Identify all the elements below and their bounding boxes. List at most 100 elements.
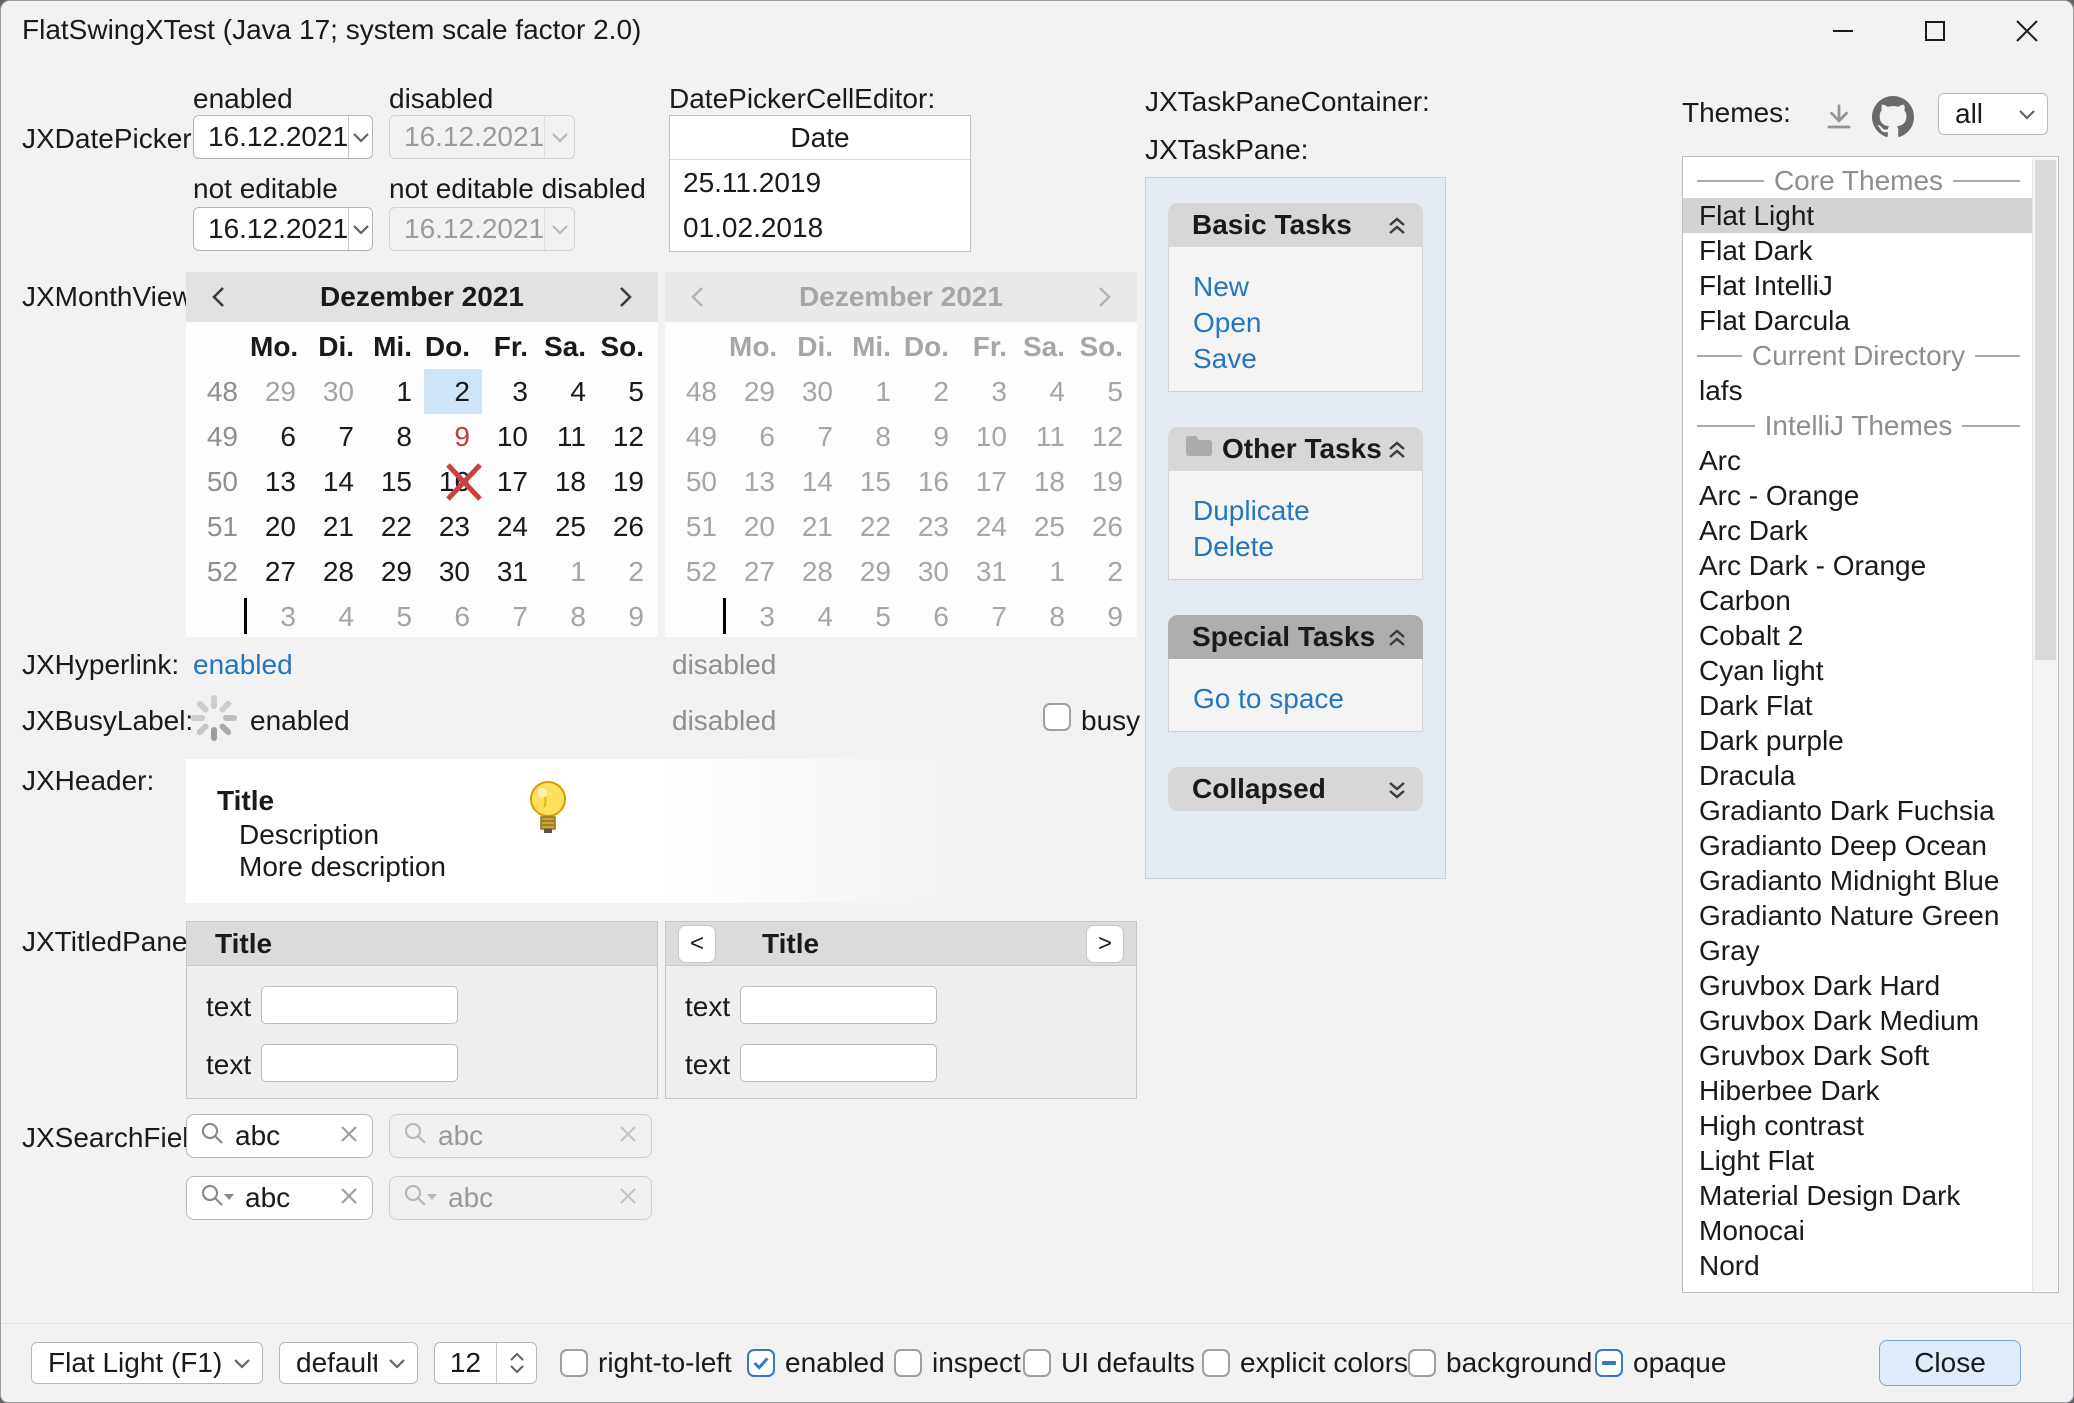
table-row[interactable]: 25.11.2019 xyxy=(670,160,970,205)
day-cell[interactable]: 13 xyxy=(250,459,308,504)
datepicker-enabled[interactable]: 16.12.2021 xyxy=(193,115,373,159)
search-dropdown-icon[interactable] xyxy=(199,1182,235,1215)
day-cell[interactable]: 6 xyxy=(250,414,308,459)
busy-checkbox[interactable] xyxy=(1043,703,1071,731)
checkbox-ui-defaults[interactable] xyxy=(1023,1349,1051,1377)
checkbox-background[interactable] xyxy=(1408,1349,1436,1377)
day-cell[interactable]: 9 xyxy=(598,594,656,639)
hyperlink-enabled[interactable]: enabled xyxy=(193,649,293,681)
search-field-plain[interactable]: abc xyxy=(186,1114,373,1158)
text-input[interactable] xyxy=(261,986,458,1024)
panel-right-button[interactable]: > xyxy=(1086,925,1124,963)
search-input[interactable]: abc xyxy=(235,1120,338,1152)
checkbox-label-ui-defaults[interactable]: UI defaults xyxy=(1061,1342,1195,1384)
day-cell[interactable]: 7 xyxy=(482,594,540,639)
datepicker-not-editable[interactable]: 16.12.2021 xyxy=(193,207,373,251)
taskpane-link-delete[interactable]: Delete xyxy=(1169,529,1422,565)
theme-item-arc-orange[interactable]: Arc - Orange xyxy=(1683,478,2034,513)
day-cell[interactable]: 23 xyxy=(424,504,482,549)
day-cell[interactable]: 21 xyxy=(308,504,366,549)
checkbox-enabled[interactable] xyxy=(747,1349,775,1377)
clear-icon[interactable] xyxy=(338,1120,360,1152)
checkbox-label-right-to-left[interactable]: right-to-left xyxy=(598,1342,732,1384)
panel-left-button[interactable]: < xyxy=(678,925,716,963)
day-cell[interactable]: 27 xyxy=(250,549,308,594)
day-cell[interactable]: 3 xyxy=(482,369,540,414)
day-cell[interactable]: 2 xyxy=(424,369,482,414)
day-cell[interactable]: 9 xyxy=(424,414,482,459)
checkbox-label-background[interactable]: background xyxy=(1446,1342,1592,1384)
taskpane-link-duplicate[interactable]: Duplicate xyxy=(1169,493,1422,529)
theme-item-gradianto-dark-fuchsia[interactable]: Gradianto Dark Fuchsia xyxy=(1683,793,2034,828)
scale-combo[interactable]: default xyxy=(279,1342,418,1384)
day-cell[interactable]: 24 xyxy=(482,504,540,549)
monthview-enabled[interactable]: Dezember 2021Mo.Di.Mi.Do.Fr.Sa.So.482930… xyxy=(186,272,658,637)
chevron-double-up-icon[interactable] xyxy=(1385,625,1409,649)
checkbox-opaque[interactable] xyxy=(1595,1349,1623,1377)
day-cell[interactable]: 26 xyxy=(598,504,656,549)
github-icon[interactable] xyxy=(1869,93,1917,141)
day-cell[interactable]: 1 xyxy=(540,549,598,594)
theme-item-gray[interactable]: Gray xyxy=(1683,933,2034,968)
font-size-value[interactable]: 12 xyxy=(435,1343,496,1383)
theme-item-flat-darcula[interactable]: Flat Darcula xyxy=(1683,303,2034,338)
theme-item-light-flat[interactable]: Light Flat xyxy=(1683,1143,2034,1178)
theme-item-high-contrast[interactable]: High contrast xyxy=(1683,1108,2034,1143)
text-input[interactable] xyxy=(261,1044,458,1082)
taskpane-link-go-to-space[interactable]: Go to space xyxy=(1169,681,1422,717)
day-cell[interactable]: 19 xyxy=(598,459,656,504)
datepicker-value[interactable]: 16.12.2021 xyxy=(194,208,348,250)
day-cell[interactable]: 14 xyxy=(308,459,366,504)
theme-item-nord[interactable]: Nord xyxy=(1683,1248,2034,1283)
taskpane-header-basic-tasks[interactable]: Basic Tasks xyxy=(1168,203,1423,247)
day-cell[interactable]: 16 xyxy=(424,459,482,504)
theme-item-gruvbox-dark-soft[interactable]: Gruvbox Dark Soft xyxy=(1683,1038,2034,1073)
day-cell[interactable]: 5 xyxy=(598,369,656,414)
theme-item-gruvbox-dark-medium[interactable]: Gruvbox Dark Medium xyxy=(1683,1003,2034,1038)
laf-combo[interactable]: Flat Light (F1) xyxy=(31,1342,263,1384)
search-field-dropdown[interactable]: abc xyxy=(186,1176,373,1220)
themes-scrollbar[interactable] xyxy=(2032,158,2057,1291)
download-icon[interactable] xyxy=(1817,97,1861,137)
theme-item-material-design-dark[interactable]: Material Design Dark xyxy=(1683,1178,2034,1213)
day-cell[interactable]: 30 xyxy=(308,369,366,414)
checkbox-label-enabled[interactable]: enabled xyxy=(785,1342,885,1384)
busy-checkbox-label[interactable]: busy xyxy=(1081,705,1140,737)
taskpane-header-special-tasks[interactable]: Special Tasks xyxy=(1168,615,1423,659)
theme-item-lafs[interactable]: lafs xyxy=(1683,373,2034,408)
taskpane-header-other-tasks[interactable]: Other Tasks xyxy=(1168,427,1423,471)
theme-item-dark-flat[interactable]: Dark Flat xyxy=(1683,688,2034,723)
day-cell[interactable]: 28 xyxy=(308,549,366,594)
day-cell[interactable]: 29 xyxy=(250,369,308,414)
maximize-button[interactable] xyxy=(1889,1,1981,61)
theme-item-gradianto-nature-green[interactable]: Gradianto Nature Green xyxy=(1683,898,2034,933)
day-cell[interactable]: 4 xyxy=(540,369,598,414)
checkbox-inspect[interactable] xyxy=(894,1349,922,1377)
text-input[interactable] xyxy=(740,986,937,1024)
date-table-header[interactable]: Date xyxy=(670,116,970,160)
chevron-down-icon[interactable] xyxy=(348,208,372,250)
chevron-double-down-icon[interactable] xyxy=(1385,777,1409,801)
taskpane-link-save[interactable]: Save xyxy=(1169,341,1422,377)
search-icon[interactable] xyxy=(199,1120,225,1153)
theme-item-gruvbox-dark-hard[interactable]: Gruvbox Dark Hard xyxy=(1683,968,2034,1003)
next-month-icon[interactable] xyxy=(610,282,640,312)
search-input[interactable]: abc xyxy=(245,1182,338,1214)
taskpane-link-open[interactable]: Open xyxy=(1169,305,1422,341)
day-cell[interactable]: 15 xyxy=(366,459,424,504)
day-cell[interactable]: 10 xyxy=(482,414,540,459)
day-cell[interactable]: 18 xyxy=(540,459,598,504)
close-button[interactable]: Close xyxy=(1879,1340,2021,1386)
day-cell[interactable]: 2 xyxy=(598,549,656,594)
day-cell[interactable]: 8 xyxy=(540,594,598,639)
chevron-double-up-icon[interactable] xyxy=(1385,213,1409,237)
day-cell[interactable]: 20 xyxy=(250,504,308,549)
theme-item-cobalt-2[interactable]: Cobalt 2 xyxy=(1683,618,2034,653)
day-cell[interactable]: 5 xyxy=(366,594,424,639)
checkbox-explicit-colors[interactable] xyxy=(1202,1349,1230,1377)
close-window-button[interactable] xyxy=(1981,1,2073,61)
theme-item-flat-light[interactable]: Flat Light xyxy=(1683,198,2034,233)
previous-month-icon[interactable] xyxy=(204,282,234,312)
theme-item-dark-purple[interactable]: Dark purple xyxy=(1683,723,2034,758)
theme-item-monocai[interactable]: Monocai xyxy=(1683,1213,2034,1248)
